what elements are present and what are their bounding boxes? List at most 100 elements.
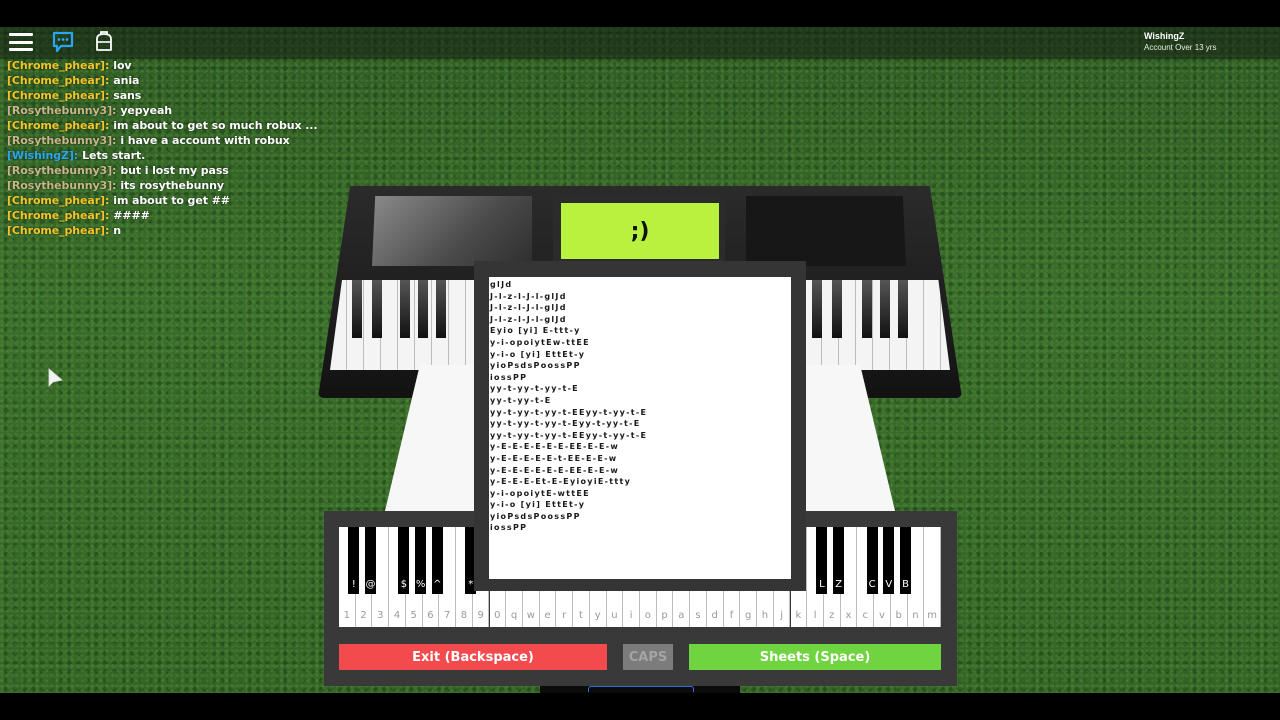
black-key[interactable]: C (866, 527, 878, 594)
piano-3d-black-key (862, 280, 872, 338)
chat-speaker[interactable]: [Chrome_phear]: (7, 119, 109, 132)
piano-3d-black-key (898, 280, 908, 338)
white-key-label: 3 (377, 610, 384, 621)
sheet-line: y-E-E-E-E-E-E-EE-E-E-w (490, 442, 620, 452)
white-key-label: a (678, 610, 685, 621)
chat-text: yepyeah (120, 104, 173, 117)
sheet-line: y-E-E-E-E-E-E-EE-E-E-w (490, 465, 620, 475)
black-key[interactable]: Z (833, 527, 845, 594)
black-key[interactable]: % (415, 527, 427, 594)
sheet-line: yy-t-yy-t-yy-t-EEyy-t-yy-t-E (490, 430, 648, 440)
backpack-icon[interactable] (94, 30, 114, 52)
letterbox-bottom (0, 693, 1280, 720)
chat-message: [Chrome_phear]: lov (7, 58, 317, 73)
black-key[interactable]: V (883, 527, 895, 594)
black-key[interactable]: ! (348, 527, 360, 594)
chat-speaker[interactable]: [Rosythebunny3]: (7, 179, 116, 192)
black-key-label: V (885, 579, 893, 590)
white-key-label: 6 (427, 610, 434, 621)
white-key-label: j (780, 610, 784, 621)
sheet-line: yy-t-yy-t-yy-t-EEyy-t-yy-t-E (490, 407, 648, 417)
sheet-line: y-i-opoiytEw-ttEE (490, 337, 590, 347)
sheet-line: J-l-z-l-J-l-glJd (490, 314, 567, 324)
sheet-line: y-i-o [yi] EttEt-y (490, 349, 586, 359)
white-key[interactable]: m (924, 527, 941, 627)
white-key-label: 9 (477, 610, 484, 621)
chat-speaker[interactable]: [Rosythebunny3]: (7, 104, 116, 117)
black-key-label: L (819, 579, 825, 590)
sheet-line: yioPsdsPoossPP (490, 511, 581, 521)
chat-speaker[interactable]: [Rosythebunny3]: (7, 164, 116, 177)
chat-text: sans (113, 89, 142, 102)
account-age-status: Account Over 13 yrs (1144, 43, 1217, 52)
white-key-label: r (562, 610, 567, 621)
sheet-line: J-l-z-l-J-l-glJd (490, 291, 567, 301)
white-key-label: d (711, 610, 718, 621)
piano-3d-black-key (352, 280, 362, 338)
bottom-character-outline (540, 686, 740, 693)
sheet-line: y-E-E-E-Et-E-EyioyiE-ttty (490, 477, 632, 487)
menu-icon[interactable] (9, 33, 33, 51)
sheet-line: J-l-z-l-J-l-glJd (490, 303, 567, 313)
chat-message: [Chrome_phear]: sans (7, 88, 317, 103)
caps-toggle-button[interactable]: CAPS (623, 644, 673, 670)
chat-message: [Chrome_phear]: ania (7, 73, 317, 88)
chat-text: Lets start. (82, 149, 146, 162)
chat-text: im about to get ## (113, 194, 230, 207)
chat-speaker[interactable]: [Chrome_phear]: (7, 89, 109, 102)
black-key-label: B (902, 579, 909, 590)
piano-screen-left (372, 196, 532, 266)
black-key[interactable]: B (900, 527, 912, 594)
white-key-label: t (579, 610, 583, 621)
sheet-music-paper[interactable]: glJd J-l-z-l-J-l-glJd J-l-z-l-J-l-glJd J-l-… (489, 277, 791, 579)
piano-screen-right (746, 196, 906, 266)
black-key[interactable]: @ (364, 527, 376, 594)
white-key-label: c (862, 610, 868, 621)
chat-text: but i lost my pass (120, 164, 229, 177)
piano-3d-black-key (832, 280, 842, 338)
white-key-label: g (745, 610, 752, 621)
chat-speaker[interactable]: [Chrome_phear]: (7, 74, 109, 87)
sheet-line: yioPsdsPoossPP (490, 361, 581, 371)
chat-speaker[interactable]: [Chrome_phear]: (7, 209, 109, 222)
chat-message: [Rosythebunny3]: its rosythebunny (7, 178, 317, 193)
white-key-label: m (927, 610, 937, 621)
chat-speaker[interactable]: [Chrome_phear]: (7, 224, 109, 237)
piano-3d-black-key (372, 280, 382, 338)
chat-message: [Chrome_phear]: im about to get ## (7, 193, 317, 208)
black-key-label: ! (351, 579, 356, 590)
exit-button[interactable]: Exit (Backspace) (339, 644, 607, 670)
white-key-label: l (813, 610, 817, 621)
chat-speaker[interactable]: [Chrome_phear]: (7, 194, 109, 207)
sheet-line: glJd (490, 280, 513, 289)
chat-message: [Rosythebunny3]: but i lost my pass (7, 163, 317, 178)
chat-icon[interactable] (52, 31, 74, 53)
chat-speaker[interactable]: [Rosythebunny3]: (7, 134, 116, 147)
black-key-label: @ (365, 579, 376, 590)
white-key-label: x (845, 610, 852, 621)
sheets-button[interactable]: Sheets (Space) (689, 644, 941, 670)
chat-message: [Rosythebunny3]: yepyeah (7, 103, 317, 118)
sheet-line: yy-t-yy-t-yy-t-Eyy-t-yy-t-E (490, 419, 641, 429)
black-key[interactable]: $ (398, 527, 410, 594)
white-key-label: q (510, 610, 518, 621)
black-key[interactable]: L (816, 527, 828, 594)
black-key-label: Z (835, 579, 843, 590)
chat-text: lov (113, 59, 132, 72)
account-username: WishingZ (1144, 31, 1185, 41)
chat-log: [Chrome_phear]: lov [Chrome_phear]: ania [Ch… (7, 58, 318, 238)
chat-speaker[interactable]: [Chrome_phear]: (7, 59, 109, 72)
white-key-label: w (526, 610, 535, 621)
chat-message: [Chrome_phear]: im about to get so much r… (7, 118, 318, 133)
sheet-line: y-i-opoiytE-wttEE (490, 488, 590, 498)
white-key-label: z (829, 610, 835, 621)
chat-message: [Chrome_phear]: n (7, 223, 317, 238)
white-key-label: 0 (494, 610, 501, 621)
white-key-label: e (544, 610, 551, 621)
white-key-label: h (761, 610, 769, 621)
white-key-label: u (611, 610, 618, 621)
black-key[interactable]: ^ (431, 527, 443, 594)
sheet-line: Eyio [yi] E-ttt-y (490, 326, 581, 336)
chat-speaker[interactable]: [WishingZ]: (7, 149, 78, 162)
black-key-label: ^ (433, 579, 442, 590)
